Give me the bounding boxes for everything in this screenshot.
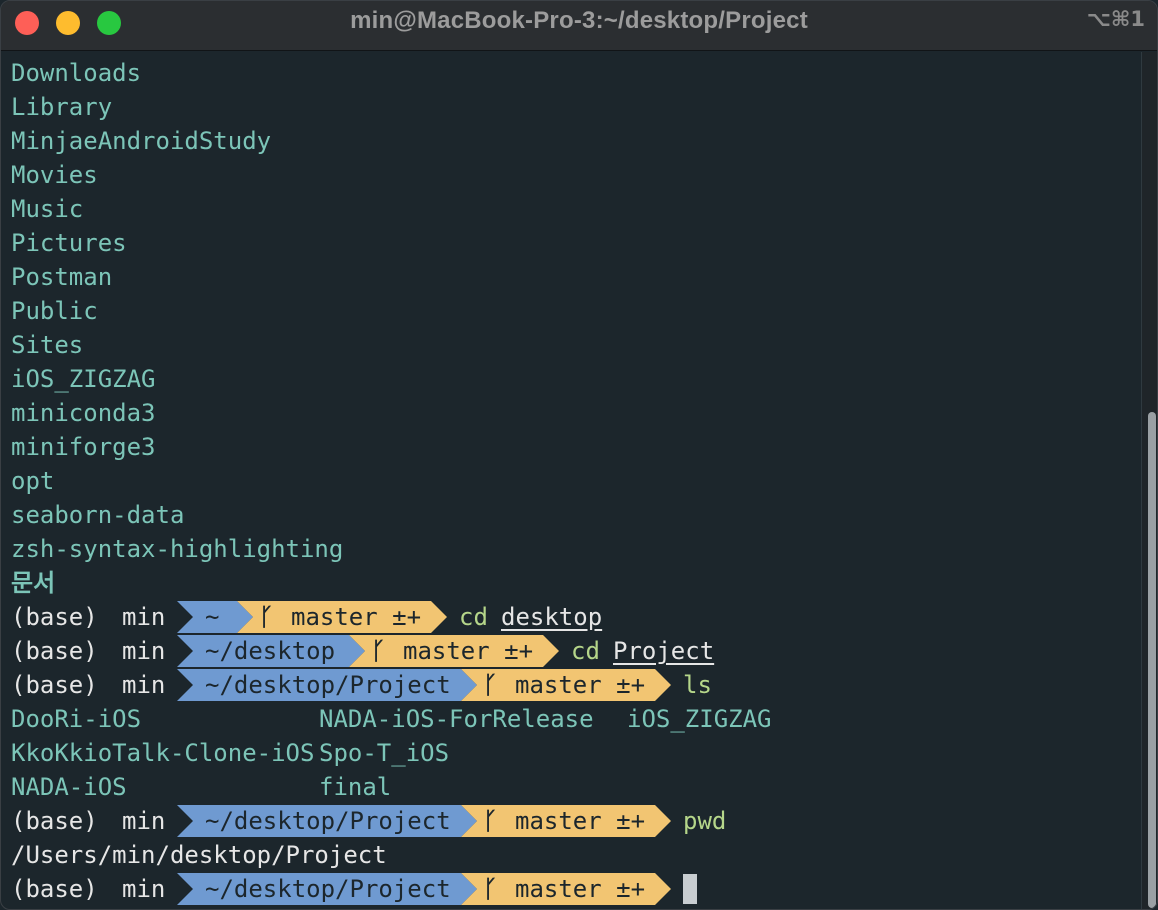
listing-item: Downloads	[11, 59, 142, 87]
terminal-window: min@MacBook-Pro-3:~/desktop/Project ⌥⌘1 …	[0, 0, 1158, 910]
git-branch: master ±+	[291, 603, 422, 631]
scrollbar[interactable]	[1141, 52, 1157, 909]
terminal-output[interactable]: Downloads Library MinjaeAndroidStudy Mov…	[1, 52, 1141, 909]
scrollbar-thumb[interactable]	[1148, 412, 1156, 908]
listing-item: 문서	[11, 569, 56, 597]
title-bar[interactable]: min@MacBook-Pro-3:~/desktop/Project ⌥⌘1	[1, 1, 1157, 51]
ls-entry: Spo-T_iOS	[319, 739, 450, 767]
listing-item: opt	[11, 467, 55, 495]
listing-item: Music	[11, 195, 84, 223]
command-argument: Project	[613, 637, 715, 665]
listing-item: miniconda3	[11, 399, 156, 427]
pwd-output: /Users/min/desktop/Project	[11, 841, 387, 869]
listing-item: Library	[11, 93, 113, 121]
command: ls	[683, 671, 712, 699]
git-branch-icon: ᚴ	[483, 807, 498, 835]
command-argument: desktop	[501, 603, 603, 631]
listing-item: Movies	[11, 161, 98, 189]
ls-output-row: KkoKkioTalk-Clone-iOS Spo-T_iOS	[11, 736, 1131, 770]
listing-item: zsh-syntax-highlighting	[11, 535, 344, 563]
git-branch: master ±+	[515, 671, 646, 699]
listing-item: seaborn-data	[11, 501, 185, 529]
listing-item: Sites	[11, 331, 84, 359]
git-branch-icon: ᚴ	[259, 603, 274, 631]
ls-entry: final	[319, 773, 392, 801]
git-branch: master ±+	[515, 807, 646, 835]
prompt-line: (base) min ~/desktop/Project ᚴ master ±+	[1, 872, 1141, 906]
prompt-line: (base) min ~/desktop ᚴ master ±+ cd Proj…	[1, 634, 1141, 668]
prompt-user: min	[122, 637, 166, 665]
command: pwd	[683, 807, 727, 835]
command: cd	[459, 603, 488, 631]
prompt-line: (base) min ~/desktop/Project ᚴ master ±+…	[1, 804, 1141, 838]
git-branch-icon: ᚴ	[371, 637, 386, 665]
window-shortcut: ⌥⌘1	[1086, 7, 1145, 31]
prompt-user: min	[122, 807, 166, 835]
conda-env: (base)	[11, 603, 98, 631]
conda-env: (base)	[11, 671, 98, 699]
prompt-user: min	[122, 671, 166, 699]
ls-entry: KkoKkioTalk-Clone-iOS	[11, 739, 315, 767]
git-branch-icon: ᚴ	[483, 875, 498, 903]
ls-entry: DooRi-iOS	[11, 705, 142, 733]
git-branch: master ±+	[403, 637, 534, 665]
listing-item: Pictures	[11, 229, 127, 257]
prompt-path: ~/desktop/Project	[205, 807, 451, 835]
conda-env: (base)	[11, 807, 98, 835]
listing-item: miniforge3	[11, 433, 156, 461]
listing-item: iOS_ZIGZAG	[11, 365, 156, 393]
prompt-path: ~	[205, 603, 220, 631]
prompt-user: min	[122, 875, 166, 903]
prompt-line: (base) min ~/desktop/Project ᚴ master ±+…	[1, 668, 1141, 702]
text-cursor[interactable]	[683, 874, 697, 904]
listing-item: Postman	[11, 263, 113, 291]
prompt-path: ~/desktop/Project	[205, 671, 451, 699]
ls-output-row: DooRi-iOS NADA-iOS-ForRelease iOS_ZIGZAG	[11, 702, 1131, 736]
ls-entry: NADA-iOS	[11, 773, 127, 801]
git-branch-icon: ᚴ	[483, 671, 498, 699]
ls-entry: iOS_ZIGZAG	[627, 705, 772, 733]
listing-item: Public	[11, 297, 98, 325]
prompt-path: ~/desktop	[205, 637, 336, 665]
window-title: min@MacBook-Pro-3:~/desktop/Project	[350, 7, 808, 34]
command: cd	[571, 637, 600, 665]
prompt-line: (base) min ~ ᚴ master ±+ cd desktop	[1, 600, 1141, 634]
conda-env: (base)	[11, 637, 98, 665]
ls-entry: NADA-iOS-ForRelease	[319, 705, 594, 733]
prompt-path: ~/desktop/Project	[205, 875, 451, 903]
ls-output-row: NADA-iOS final	[11, 770, 1131, 804]
conda-env: (base)	[11, 875, 98, 903]
prompt-user: min	[122, 603, 166, 631]
listing-item: MinjaeAndroidStudy	[11, 127, 272, 155]
git-branch: master ±+	[515, 875, 646, 903]
